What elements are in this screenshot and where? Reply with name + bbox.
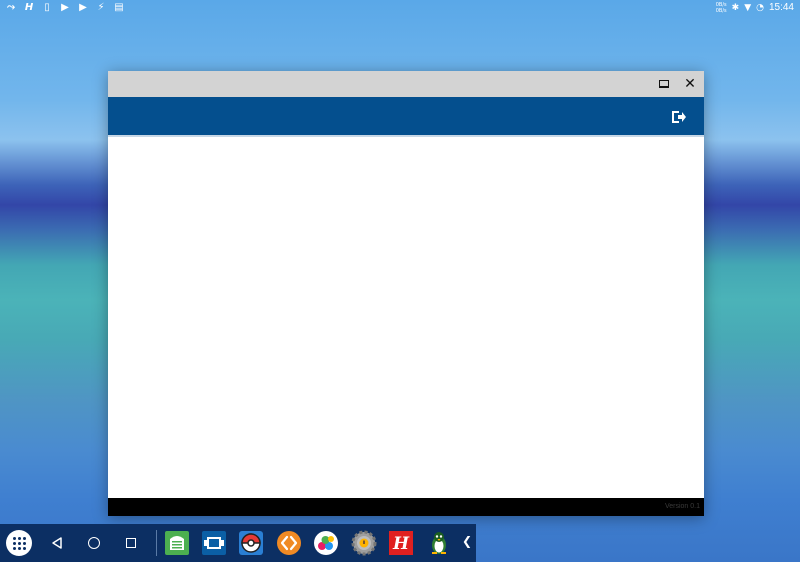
flash-icon: ⚡ xyxy=(97,2,105,13)
gesture-icon: ⤳ xyxy=(7,2,15,13)
svg-text:H: H xyxy=(392,534,410,554)
logout-icon xyxy=(672,111,686,123)
file-manager-icon xyxy=(165,531,189,555)
app-switcher-icon xyxy=(202,531,226,555)
content-area xyxy=(108,137,704,498)
home-icon xyxy=(88,537,100,549)
clock: 15:44 xyxy=(768,2,794,13)
taskbar-app-penguin[interactable] xyxy=(426,530,452,556)
net-speed: 0B/s 0B/s xyxy=(716,2,727,14)
sharing-icon xyxy=(277,531,301,555)
footer-bar: Version 0.1 xyxy=(108,498,704,516)
battery-icon: ◔ xyxy=(756,3,764,13)
taskbar-app-sharing[interactable] xyxy=(276,530,302,556)
hacker-keyboard-icon: H xyxy=(24,2,34,13)
taskbar-app-pokemon[interactable] xyxy=(238,530,264,556)
taskbar-app-hacker-keyboard[interactable]: H xyxy=(388,530,414,556)
restore-button[interactable] xyxy=(655,75,673,93)
app-window: ✕ Version 0.1 xyxy=(108,71,704,516)
back-button[interactable] xyxy=(48,534,66,552)
home-button[interactable] xyxy=(85,534,103,552)
play-store-icon: ▶ xyxy=(79,2,87,13)
back-icon xyxy=(52,537,62,549)
close-button[interactable]: ✕ xyxy=(681,75,699,93)
color-palette-icon xyxy=(314,531,338,555)
system-icons: 0B/s 0B/s ✱ ▼ ◔ 15:44 xyxy=(716,1,794,15)
pokeball-icon xyxy=(239,531,263,555)
window-title-bar[interactable]: ✕ xyxy=(108,71,704,97)
status-bar: ⤳ H ▯ ▶ ▶ ⚡ ▤ 0B/s 0B/s ✱ ▼ ◔ 15:44 xyxy=(0,0,800,16)
clipboard-icon: ▤ xyxy=(114,2,124,13)
logout-button[interactable] xyxy=(670,108,688,126)
app-drawer-button[interactable] xyxy=(6,530,32,556)
app-bar xyxy=(108,97,704,137)
taskbar-app-colors[interactable] xyxy=(313,530,339,556)
settings-icon xyxy=(351,530,377,556)
taskbar-app-settings[interactable] xyxy=(351,530,377,556)
recents-icon xyxy=(126,538,136,548)
taskbar-divider xyxy=(156,530,157,556)
wifi-icon: ▼ xyxy=(744,3,752,13)
taskbar-expand-arrow[interactable]: ❮ xyxy=(462,534,472,548)
penguin-icon xyxy=(432,532,446,554)
sim-icon: ▯ xyxy=(44,2,50,13)
recents-button[interactable] xyxy=(122,534,140,552)
restore-icon xyxy=(659,80,669,88)
taskbar-app-file-manager[interactable] xyxy=(164,530,190,556)
version-label: Version 0.1 xyxy=(664,503,700,510)
taskbar-app-switcher[interactable] xyxy=(201,530,227,556)
bluetooth-icon: ✱ xyxy=(731,3,740,13)
close-icon: ✕ xyxy=(684,76,696,92)
net-speed-down: 0B/s xyxy=(715,8,727,14)
hacker-keyboard-icon: H xyxy=(389,531,413,555)
taskbar: H ❮ xyxy=(0,524,476,562)
play-store-icon: ▶ xyxy=(61,2,69,13)
notification-icons: ⤳ H ▯ ▶ ▶ ⚡ ▤ xyxy=(6,1,124,15)
